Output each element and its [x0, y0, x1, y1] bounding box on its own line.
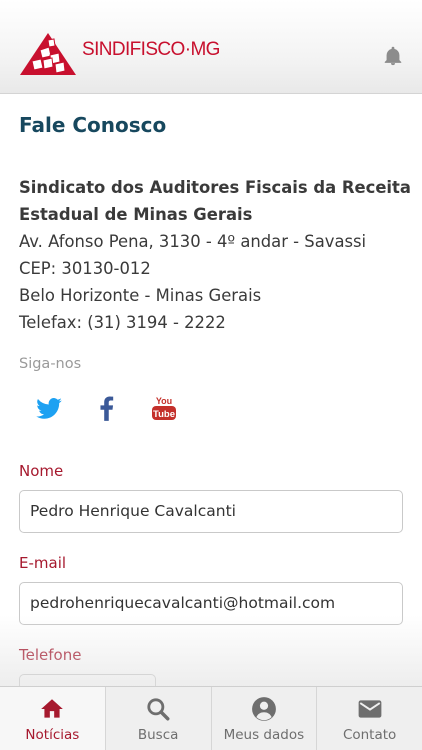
- tab-label: Notícias: [25, 727, 80, 743]
- org-name-line2: Estadual de Minas Gerais: [19, 205, 253, 224]
- tab-noticias[interactable]: Notícias: [0, 687, 105, 750]
- bottom-tab-bar: Notícias Busca Meus dados Contato: [0, 686, 422, 750]
- organization-info: Sindicato dos Auditores Fiscais da Recei…: [19, 174, 411, 336]
- sindifisco-logo: [20, 33, 76, 75]
- tab-label: Busca: [137, 727, 179, 743]
- mail-icon: [358, 700, 381, 718]
- tab-meus-dados[interactable]: Meus dados: [210, 687, 317, 750]
- brand-name: SINDIFISCO·MG: [82, 39, 220, 60]
- home-icon: [41, 699, 64, 718]
- name-field[interactable]: Pedro Henrique Cavalcanti: [19, 490, 403, 533]
- youtube-icon[interactable]: You Tube: [150, 394, 178, 422]
- facebook-icon[interactable]: [93, 394, 121, 422]
- org-address: Av. Afonso Pena, 3130 - 4º andar - Savas…: [19, 232, 367, 251]
- tab-label: Contato: [342, 727, 397, 743]
- svg-text:Tube: Tube: [153, 409, 175, 420]
- email-field[interactable]: pedrohenriquecavalcanti@hotmail.com: [19, 582, 403, 625]
- search-icon: [147, 698, 170, 721]
- tab-label: Meus dados: [223, 727, 305, 743]
- page-title: Fale Conosco: [19, 113, 167, 137]
- app-header: SINDIFISCO·MG: [0, 0, 422, 94]
- twitter-icon[interactable]: [35, 394, 63, 422]
- bell-icon[interactable]: [382, 44, 404, 68]
- org-cep: CEP: 30130-012: [19, 259, 151, 278]
- tab-busca[interactable]: Busca: [104, 687, 211, 750]
- user-icon: [251, 697, 276, 721]
- org-phone: Telefax: (31) 3194 - 2222: [19, 313, 226, 332]
- name-label: Nome: [19, 462, 64, 480]
- org-city: Belo Horizonte - Minas Gerais: [19, 286, 262, 305]
- svg-text:You: You: [156, 396, 172, 406]
- org-name-line1: Sindicato dos Auditores Fiscais da Recei…: [19, 178, 411, 197]
- email-label: E-mail: [19, 554, 67, 572]
- follow-label: Siga-nos: [19, 356, 82, 372]
- phone-label: Telefone: [19, 646, 82, 664]
- tab-contato[interactable]: Contato: [316, 687, 422, 750]
